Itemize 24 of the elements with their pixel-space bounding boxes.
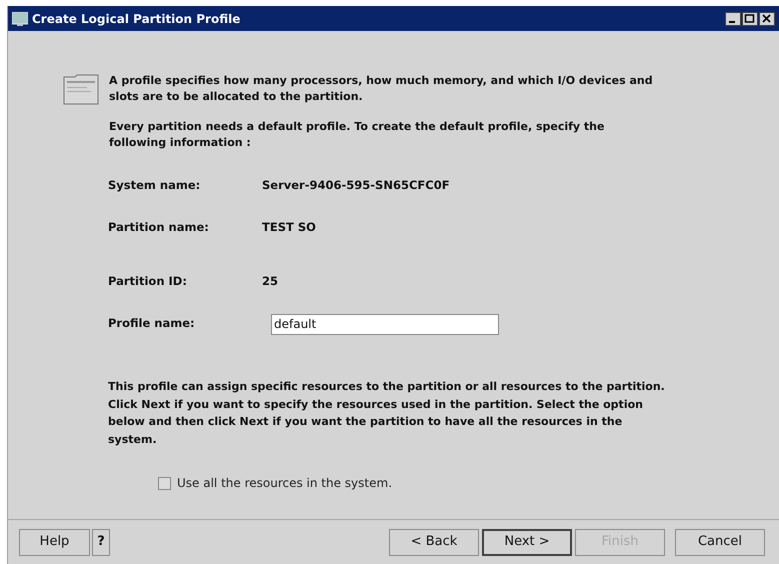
folder-icon xyxy=(63,73,99,105)
checkbox[interactable] xyxy=(158,476,171,490)
intro-text: A profile specifies how many processors, how much memory, and which I/O devices and slots are to be allocated to the partition. xyxy=(109,73,654,105)
instruction-text: Every partition needs a default profile. To create the default profile, specify the following information : xyxy=(109,119,606,151)
field-value: 25 xyxy=(262,273,278,290)
context-help-button[interactable]: ? xyxy=(92,528,110,556)
dialog-button[interactable]: Next > xyxy=(482,528,572,556)
window-icon xyxy=(12,12,28,26)
minimize-icon[interactable] xyxy=(725,12,741,26)
explanation-text: This profile can assign specific resources to the partition or all resources to the partition. Click Next if you want to specify the resources used in the partition. Select the option below and then click Next if you want the partition to have all the resources in the system. xyxy=(108,379,666,448)
help-button[interactable]: Help xyxy=(19,528,90,556)
field-label: Profile name: xyxy=(108,315,196,332)
field-label: Partition name: xyxy=(108,219,210,236)
profile-name-input[interactable]: default xyxy=(271,314,499,334)
field-value: Server-9406-595-SN65CFC0F xyxy=(262,177,450,194)
field-label: System name: xyxy=(108,177,202,194)
window-title: Create Logical Partition Profile xyxy=(32,10,242,28)
maximize-icon[interactable] xyxy=(742,12,758,26)
dialog-button[interactable]: Cancel xyxy=(675,528,765,556)
field-value: TEST SO xyxy=(262,219,316,236)
close-icon[interactable] xyxy=(759,12,775,26)
checkbox-label: Use all the resources in the system. xyxy=(177,475,392,492)
dialog-button[interactable]: < Back xyxy=(389,528,479,556)
field-label: Partition ID: xyxy=(108,273,188,290)
